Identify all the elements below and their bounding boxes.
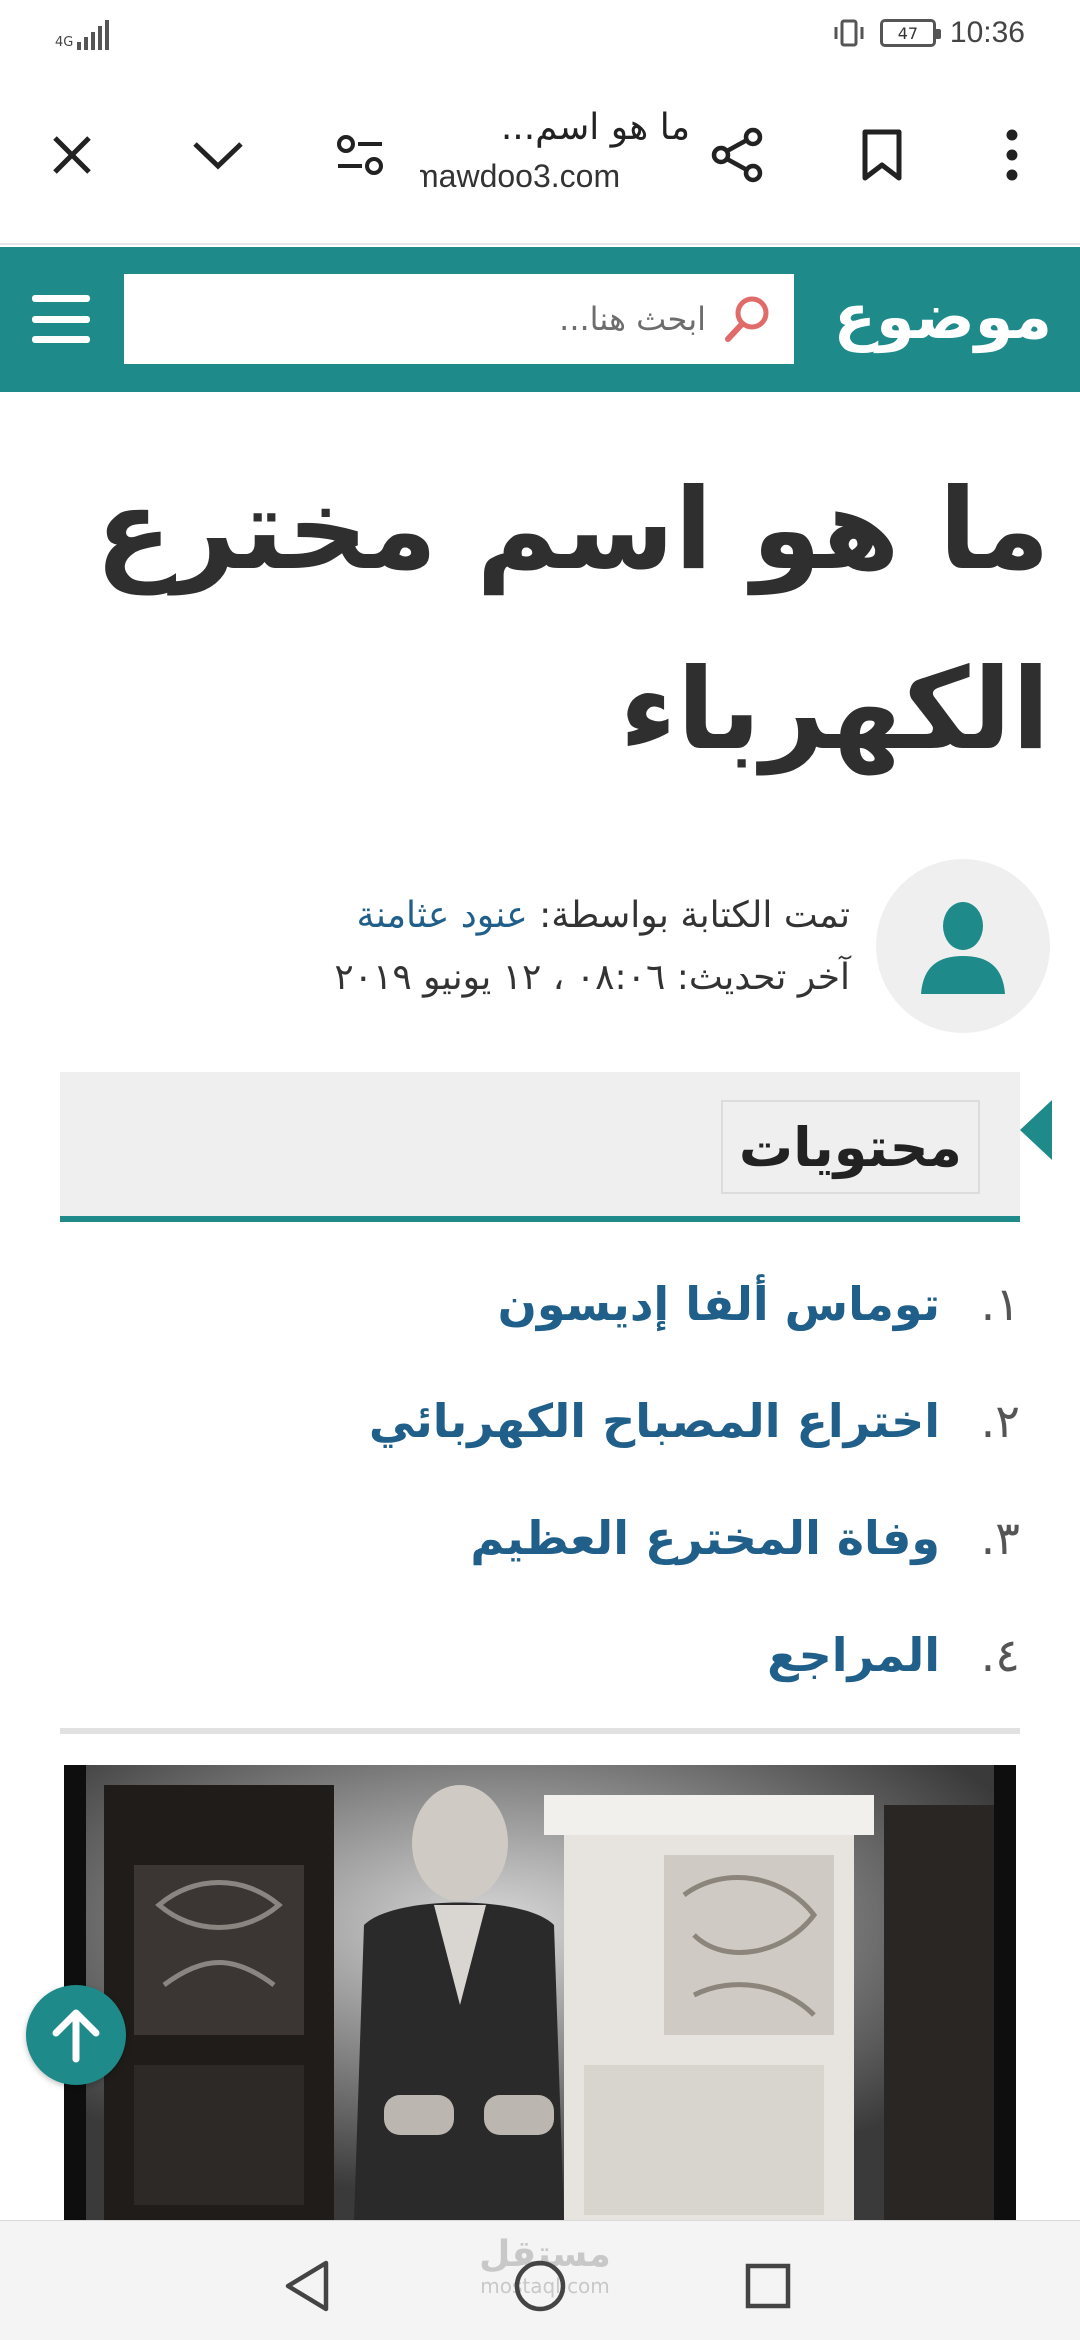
avatar [876, 859, 1050, 1033]
toc-item[interactable]: ٢. اختراع المصباح الكهربائي [60, 1362, 1020, 1479]
status-bar: 4G 47 10:36 [0, 0, 1080, 75]
home-button[interactable] [505, 2251, 575, 2321]
chevron-down-icon [193, 142, 243, 170]
vibrate-icon [834, 19, 864, 47]
toc-title: محتويات [720, 1100, 980, 1194]
article-photo [64, 1765, 1016, 2220]
toc-header: محتويات [60, 1072, 1020, 1222]
scroll-to-top-button[interactable] [26, 1985, 126, 2085]
share-icon [711, 127, 763, 183]
signal-indicator: 4G [55, 18, 110, 50]
toc-item[interactable]: ٣. وفاة المخترع العظيم [60, 1479, 1020, 1596]
last-updated: آخر تحديث: ٠٨:٠٦ ، ١٢ يونيو ٢٠١٩ [334, 957, 850, 998]
toc-item[interactable]: ٤. المراجع [60, 1596, 1020, 1713]
author-byline: تمت الكتابة بواسطة: عنود عثامنة [334, 885, 850, 947]
toc-list: ١. توماس ألفا إديسون ٢. اختراع المصباح ا… [60, 1245, 1020, 1713]
toc-item[interactable]: ١. توماس ألفا إديسون [60, 1245, 1020, 1362]
recents-button[interactable] [733, 2251, 803, 2321]
address-bar[interactable]: ما هو اسم... mawdoo3.com [420, 103, 690, 213]
toc-item-number: ٢. [980, 1393, 1020, 1448]
battery-level: 47 [897, 23, 919, 43]
more-options-button[interactable] [972, 115, 1052, 195]
more-vert-icon [1006, 129, 1018, 181]
page-settings-button[interactable] [320, 115, 400, 195]
arrow-up-icon [52, 2009, 100, 2063]
network-type: 4G [55, 35, 74, 50]
back-icon [285, 2260, 329, 2312]
user-icon [921, 902, 1005, 994]
close-tab-button[interactable] [32, 115, 112, 195]
author-info: تمت الكتابة بواسطة: عنود عثامنة آخر تحدي… [40, 855, 1050, 1035]
menu-button[interactable] [28, 289, 94, 349]
share-button[interactable] [698, 115, 778, 195]
toc-item-label: توماس ألفا إديسون [497, 1276, 940, 1331]
toc-item-number: ٤. [980, 1627, 1020, 1682]
page-settings-icon [337, 135, 383, 175]
toc-item-label: وفاة المخترع العظيم [470, 1510, 940, 1565]
site-logo[interactable]: موضوع [834, 267, 1053, 367]
back-button[interactable] [272, 2251, 342, 2321]
toc-item-label: المراجع [767, 1627, 940, 1682]
page-title: ما هو اسم مخترع الكهرباء [95, 465, 1050, 775]
author-prefix: تمت الكتابة بواسطة: [527, 895, 850, 936]
system-nav-bar: مستقل mostaql.com [0, 2220, 1080, 2340]
signal-icon [77, 18, 110, 50]
site-header: موضوع [0, 247, 1080, 392]
bookmark-button[interactable] [842, 115, 922, 195]
toc-item-number: ١. [980, 1276, 1020, 1331]
search-icon[interactable] [720, 291, 776, 347]
url-domain: mawdoo3.com [420, 158, 621, 194]
search-box [124, 274, 794, 364]
divider [60, 1728, 1020, 1734]
page-title-tab: ما هو اسم... [500, 107, 690, 148]
toc-item-label: اختراع المصباح الكهربائي [368, 1393, 940, 1448]
menu-icon [32, 295, 90, 302]
browser-toolbar: ما هو اسم... mawdoo3.com [0, 75, 1080, 245]
collapse-button[interactable] [178, 115, 258, 195]
battery-icon: 47 [879, 19, 941, 47]
author-link[interactable]: عنود عثامنة [357, 895, 528, 936]
article-header: ما هو اسم مخترع الكهرباء [40, 440, 1050, 800]
bookmark-icon [862, 129, 902, 181]
edison-photo-illustration [64, 1765, 1016, 2220]
clock: 10:36 [949, 16, 1025, 49]
toc-toggle-arrow-icon[interactable] [1020, 1100, 1052, 1160]
home-icon [514, 2260, 566, 2312]
close-icon [53, 136, 91, 174]
recents-icon [745, 2263, 791, 2309]
toc-item-number: ٣. [980, 1510, 1020, 1565]
search-input[interactable] [146, 300, 706, 338]
